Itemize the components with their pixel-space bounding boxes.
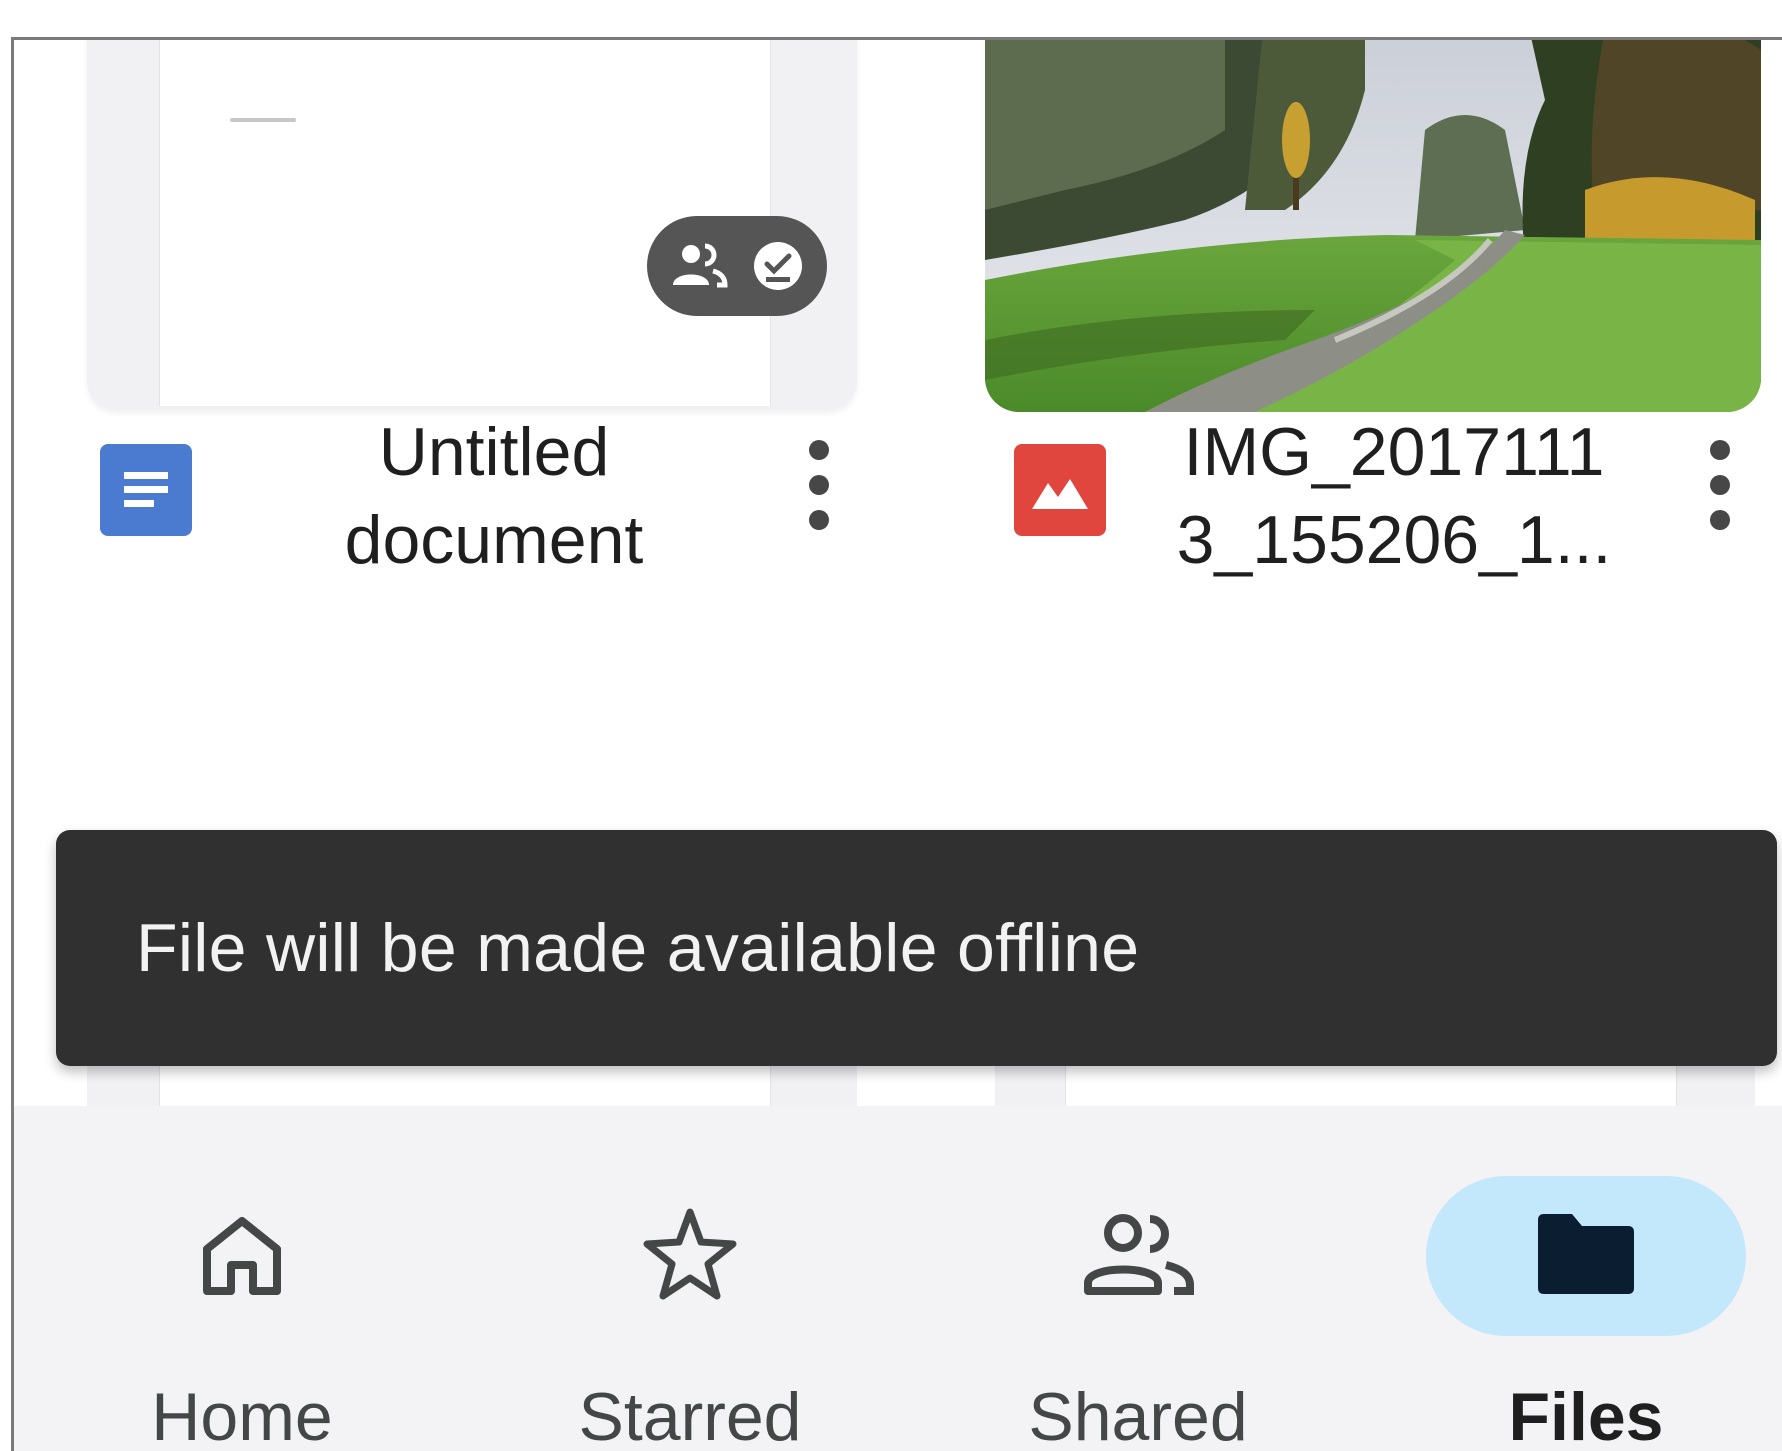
nav-pill-active: [1426, 1176, 1746, 1336]
snackbar-message: File will be made available offline: [136, 910, 1140, 986]
nav-pill: [82, 1176, 402, 1336]
document-preview-text: [230, 118, 296, 122]
image-thumbnail[interactable]: [985, 40, 1761, 412]
image-file-icon: [1014, 444, 1106, 536]
shared-people-icon: [669, 241, 729, 291]
snackbar: File will be made available offline: [56, 830, 1777, 1066]
nav-pill: [530, 1176, 850, 1336]
nav-pill: [978, 1176, 1298, 1336]
more-options-icon[interactable]: [799, 430, 839, 540]
offline-available-icon: [751, 239, 805, 293]
file-name[interactable]: Untitled document: [244, 408, 744, 584]
folder-icon: [1534, 1212, 1638, 1301]
home-icon: [197, 1209, 287, 1304]
nav-item-files[interactable]: Files: [1376, 1106, 1782, 1451]
star-icon: [640, 1204, 740, 1309]
file-name[interactable]: IMG_2017111 3_155206_1...: [1144, 408, 1644, 584]
park-photo: [985, 40, 1761, 412]
nav-item-shared[interactable]: Shared: [928, 1106, 1348, 1451]
bottom-navigation: Home Starred Shared Files: [14, 1106, 1782, 1451]
nav-item-starred[interactable]: Starred: [480, 1106, 900, 1451]
document-thumbnail[interactable]: [87, 40, 857, 409]
app-screen: Untitled document IMG_2017111 3_155206_1…: [11, 37, 1782, 1451]
more-options-icon[interactable]: [1700, 430, 1740, 540]
google-docs-icon: [100, 444, 192, 536]
shared-people-icon: [1078, 1209, 1198, 1304]
file-status-badge: [647, 216, 827, 316]
nav-label: Starred: [578, 1379, 802, 1451]
nav-label: Home: [151, 1379, 333, 1451]
nav-label: Shared: [1028, 1379, 1248, 1451]
nav-label: Files: [1508, 1379, 1664, 1451]
nav-item-home[interactable]: Home: [32, 1106, 452, 1451]
